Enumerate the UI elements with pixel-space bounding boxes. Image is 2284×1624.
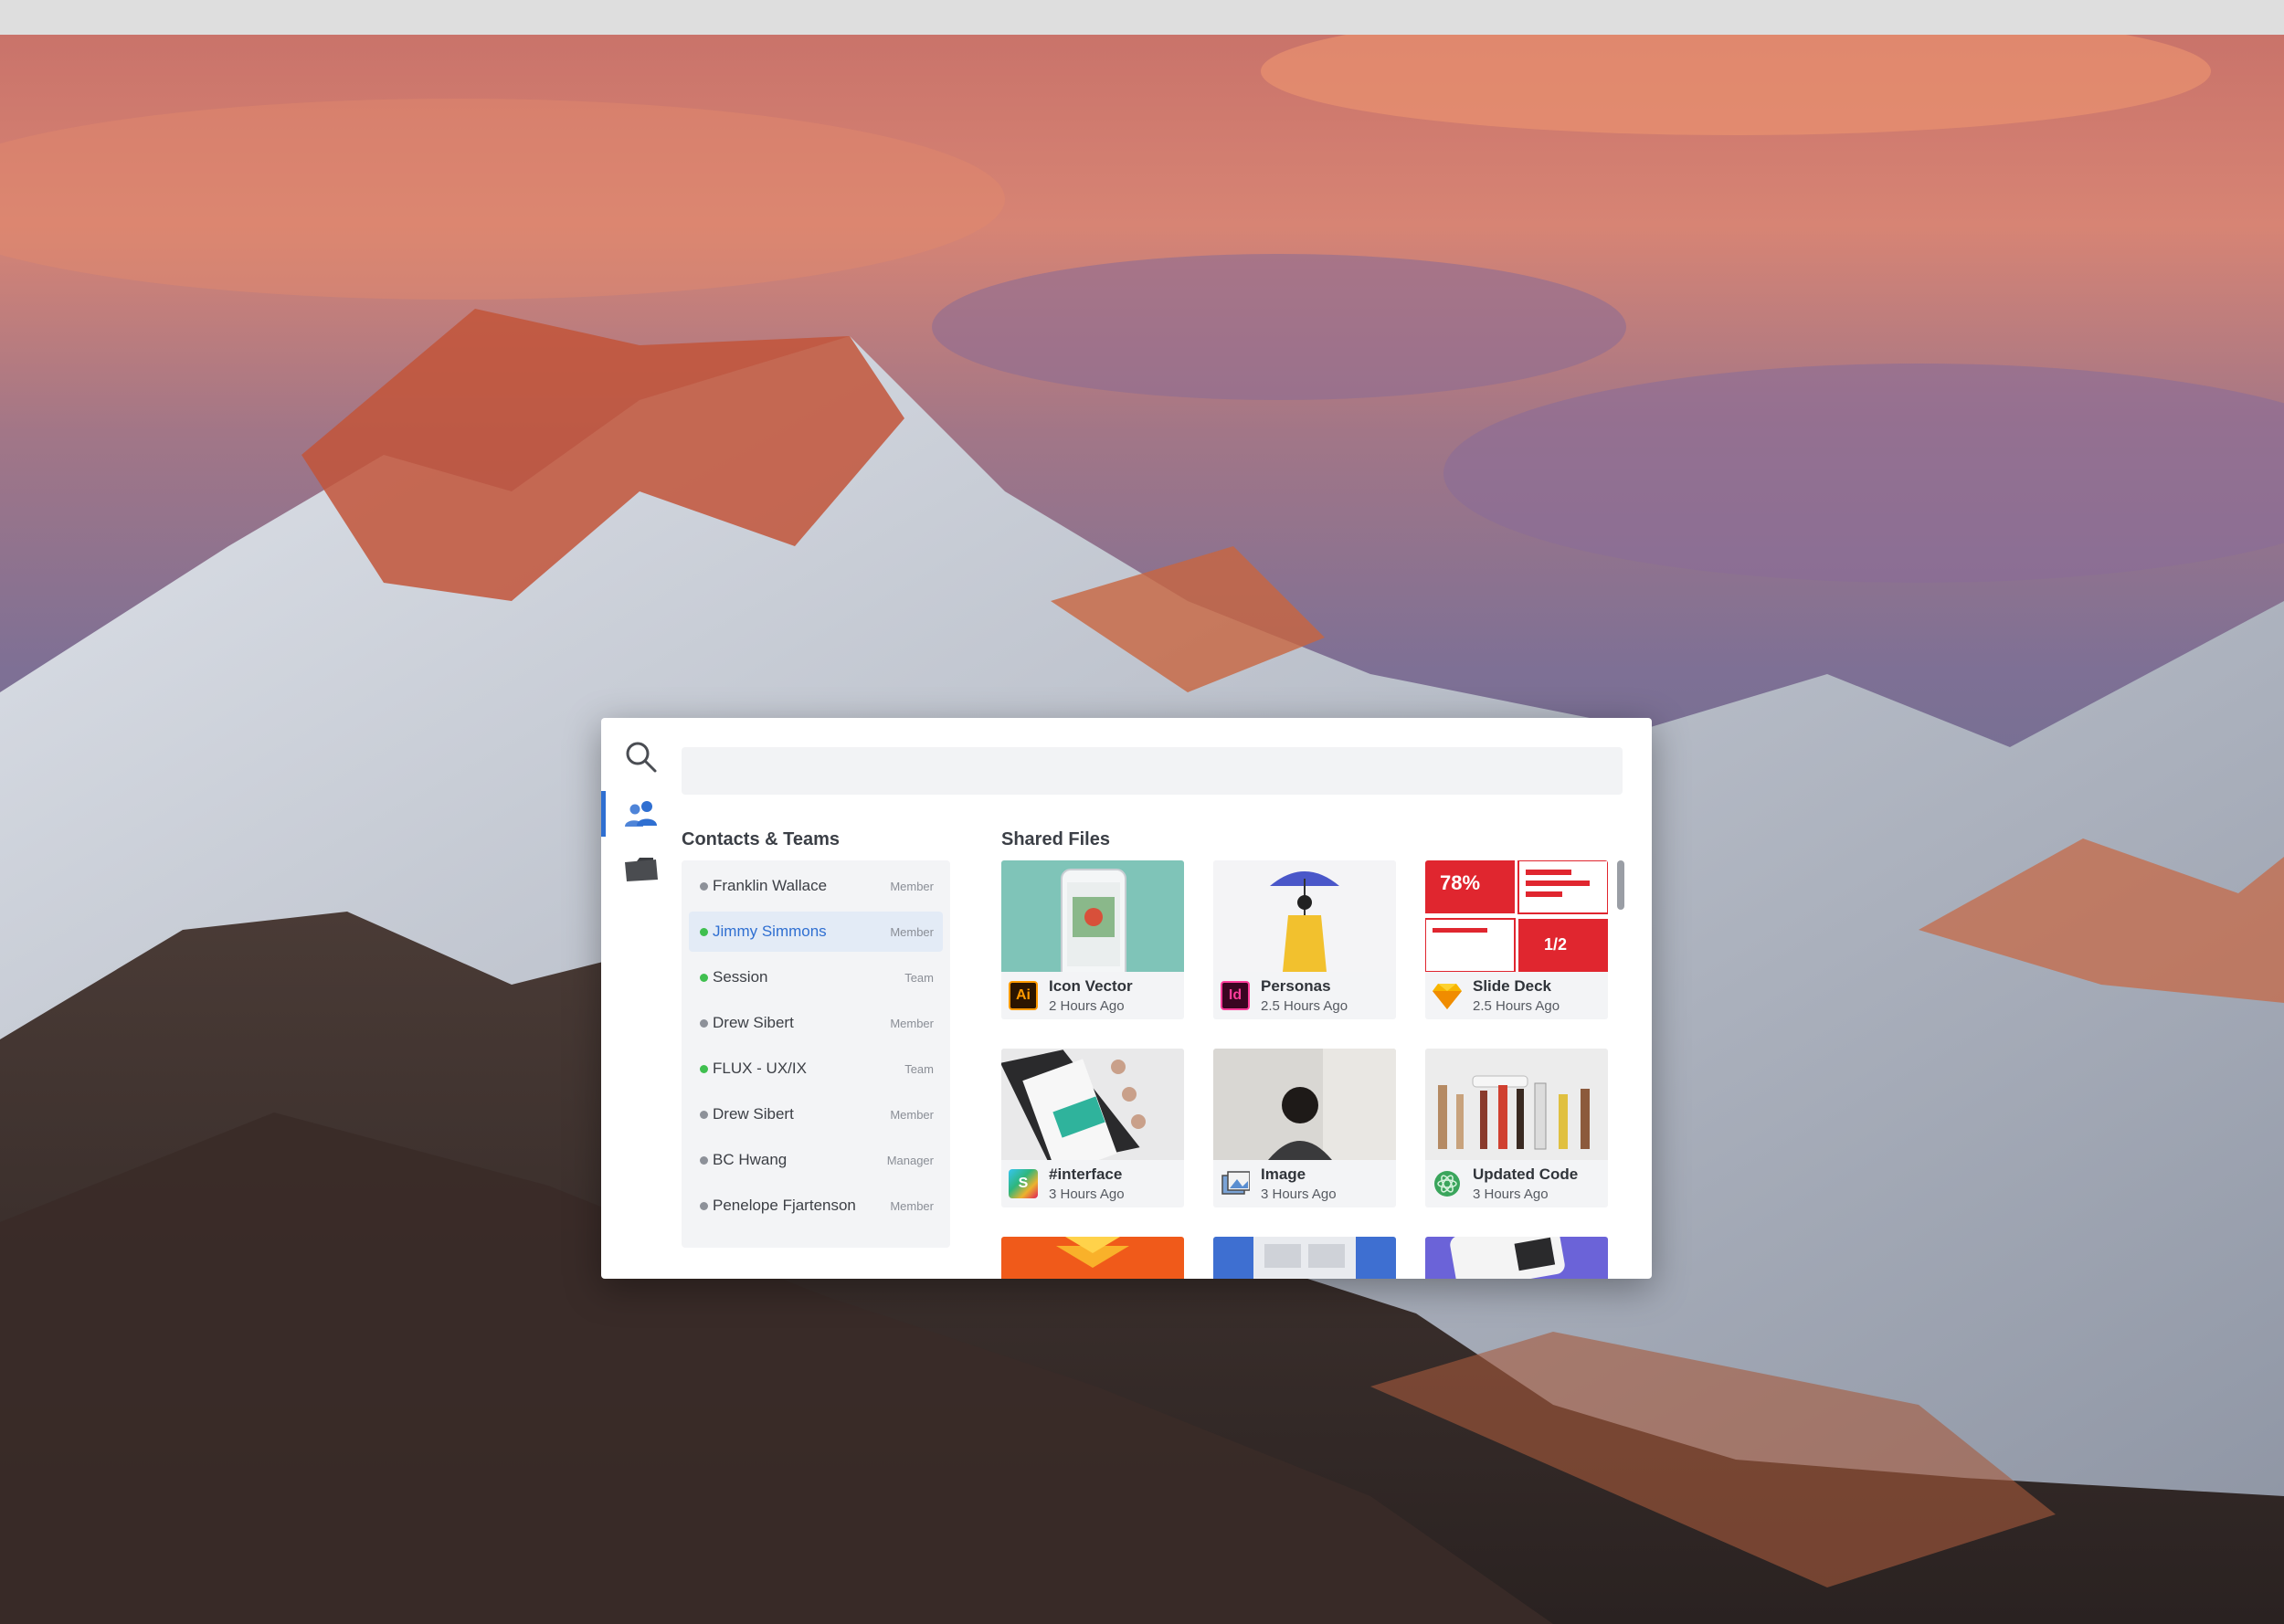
status-dot-online: [700, 974, 708, 982]
file-time: 2.5 Hours Ago: [1473, 998, 1560, 1014]
contacts-section-title: Contacts & Teams: [682, 829, 841, 849]
contact-role: Member: [890, 880, 934, 893]
file-thumbnail: [1001, 1049, 1184, 1160]
file-name: Slide Deck: [1473, 977, 1551, 995]
status-dot-offline: [700, 1156, 708, 1165]
contact-role: Member: [890, 1108, 934, 1122]
contact-item[interactable]: Drew Sibert Member: [689, 1094, 943, 1134]
file-thumbnail: 78% 1/2: [1425, 860, 1608, 972]
files-scrollbar[interactable]: [1617, 860, 1624, 910]
contact-role: Member: [890, 1199, 934, 1213]
file-time: 2 Hours Ago: [1049, 998, 1125, 1014]
quick-search-panel: Contacts & Teams Shared Files Franklin W…: [601, 718, 1652, 1279]
status-dot-offline: [700, 882, 708, 891]
files-section-title: Shared Files: [1001, 829, 1110, 849]
folder-icon: [625, 858, 658, 881]
file-card-interface[interactable]: S #interface 3 Hours Ago: [1001, 1049, 1184, 1207]
file-card-icon-vector[interactable]: Ai Icon Vector 2 Hours Ago: [1001, 860, 1184, 1019]
screen: Contacts & Teams Shared Files Franklin W…: [0, 0, 2284, 1624]
status-dot-offline: [700, 1111, 708, 1119]
file-name: Icon Vector: [1049, 977, 1133, 995]
slide-fraction-text: 1/2: [1544, 935, 1568, 954]
atom-icon: [1433, 1169, 1462, 1198]
file-thumbnail: [1001, 1237, 1184, 1279]
contact-item[interactable]: Session Team: [689, 957, 943, 997]
file-card-image[interactable]: Image 3 Hours Ago: [1213, 1049, 1396, 1207]
contact-item[interactable]: Drew Sibert Member: [689, 1003, 943, 1043]
file-thumbnail: [1425, 1049, 1608, 1160]
contact-name: Session: [713, 968, 768, 986]
contact-role: Member: [890, 1017, 934, 1030]
contact-name: Drew Sibert: [713, 1105, 794, 1123]
menu-bar: [0, 0, 2284, 35]
contact-name: Drew Sibert: [713, 1014, 794, 1031]
file-thumbnail: [1213, 860, 1396, 972]
people-icon: [625, 801, 657, 827]
contact-role: Member: [890, 925, 934, 939]
status-dot-offline: [700, 1019, 708, 1028]
search-input[interactable]: [682, 747, 1623, 795]
preview-icon: [1221, 1169, 1250, 1198]
file-card-updated-code[interactable]: Updated Code 3 Hours Ago: [1425, 1049, 1608, 1207]
file-name: Updated Code: [1473, 1165, 1579, 1183]
file-card-partial[interactable]: [1001, 1237, 1184, 1279]
file-time: 3 Hours Ago: [1049, 1186, 1125, 1202]
status-dot-offline: [700, 1202, 708, 1210]
file-card-personas[interactable]: Id Personas 2.5 Hours Ago: [1213, 860, 1396, 1019]
file-card-partial[interactable]: [1425, 1237, 1608, 1279]
slack-app-icon: S: [1009, 1169, 1038, 1198]
contact-name: BC Hwang: [713, 1151, 788, 1168]
sketch-icon: [1433, 981, 1462, 1010]
contact-item[interactable]: Franklin Wallace Member: [689, 866, 943, 906]
file-name: #interface: [1049, 1165, 1123, 1183]
file-thumbnail: [1425, 1237, 1608, 1279]
file-card-slide-deck[interactable]: 78% 1/2 Slide Deck 2.5 Hours Ago: [1425, 860, 1608, 1019]
file-thumbnail: [1001, 860, 1184, 972]
indesign-app-icon: Id: [1221, 981, 1250, 1010]
contact-item-selected[interactable]: Jimmy Simmons Member: [689, 912, 943, 952]
contact-role: Team: [904, 1062, 934, 1076]
file-time: 2.5 Hours Ago: [1261, 998, 1348, 1014]
file-name: Personas: [1261, 977, 1331, 995]
contact-name: Penelope Fjartenson: [713, 1197, 856, 1214]
rail-search-button[interactable]: [601, 734, 682, 780]
contact-name: Jimmy Simmons: [713, 923, 827, 940]
shared-files-grid: Ai Icon Vector 2 Hours Ago Id Personas 2…: [1001, 860, 1623, 1279]
file-time: 3 Hours Ago: [1473, 1186, 1549, 1202]
contact-name: Franklin Wallace: [713, 877, 828, 894]
rail-files-button[interactable]: [601, 846, 682, 891]
contact-item[interactable]: Penelope Fjartenson Member: [689, 1186, 943, 1226]
contact-role: Manager: [886, 1154, 934, 1167]
illustrator-app-icon: Ai: [1009, 981, 1038, 1010]
contacts-list: Franklin Wallace Member Jimmy Simmons Me…: [682, 860, 950, 1248]
slide-stat-text: 78%: [1440, 871, 1481, 894]
status-dot-online: [700, 928, 708, 936]
rail-contacts-button[interactable]: [601, 791, 682, 837]
contact-item[interactable]: BC Hwang Manager: [689, 1140, 943, 1180]
file-time: 3 Hours Ago: [1261, 1186, 1337, 1202]
search-icon: [626, 742, 657, 773]
contact-item[interactable]: FLUX - UX/IX Team: [689, 1049, 943, 1089]
file-thumbnail: [1213, 1237, 1396, 1279]
contact-role: Team: [904, 971, 934, 985]
side-rail: [601, 718, 682, 1279]
file-card-partial[interactable]: [1213, 1237, 1396, 1279]
contact-name: FLUX - UX/IX: [713, 1060, 807, 1077]
status-dot-online: [700, 1065, 708, 1073]
file-name: Image: [1261, 1165, 1306, 1183]
file-thumbnail: [1213, 1049, 1396, 1160]
